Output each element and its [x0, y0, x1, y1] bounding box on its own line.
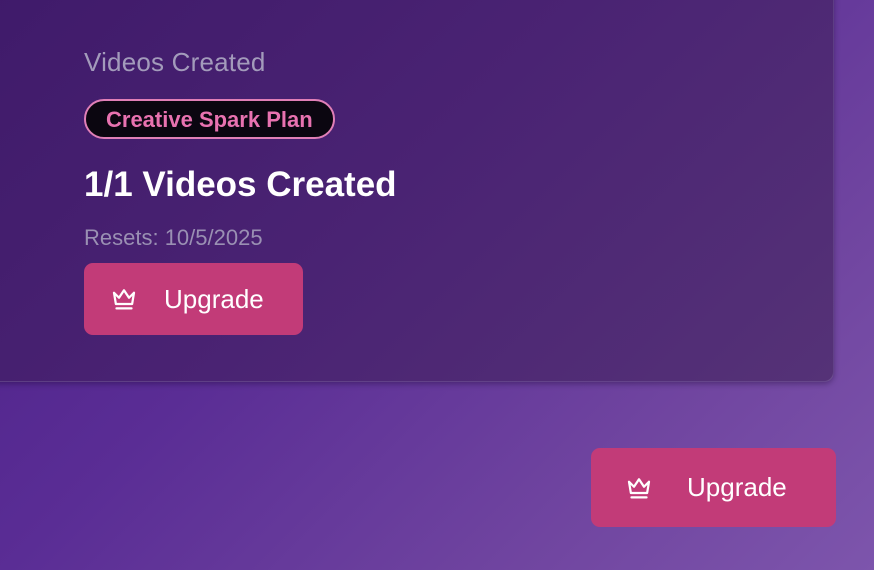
plan-badge: Creative Spark Plan [84, 99, 335, 139]
upgrade-button[interactable]: Upgrade [84, 263, 303, 335]
upgrade-button-label: Upgrade [164, 283, 264, 314]
crown-icon [109, 284, 139, 314]
usage-title: 1/1 Videos Created [84, 165, 397, 204]
crown-icon [624, 473, 654, 503]
corner-upgrade-button-label: Upgrade [687, 472, 787, 502]
corner-upgrade-button[interactable]: Upgrade [591, 448, 836, 527]
card-label: Videos Created [84, 47, 266, 77]
resets-date: Resets: 10/5/2025 [84, 225, 263, 250]
usage-card: Videos Created Creative Spark Plan 1/1 V… [0, 0, 834, 382]
